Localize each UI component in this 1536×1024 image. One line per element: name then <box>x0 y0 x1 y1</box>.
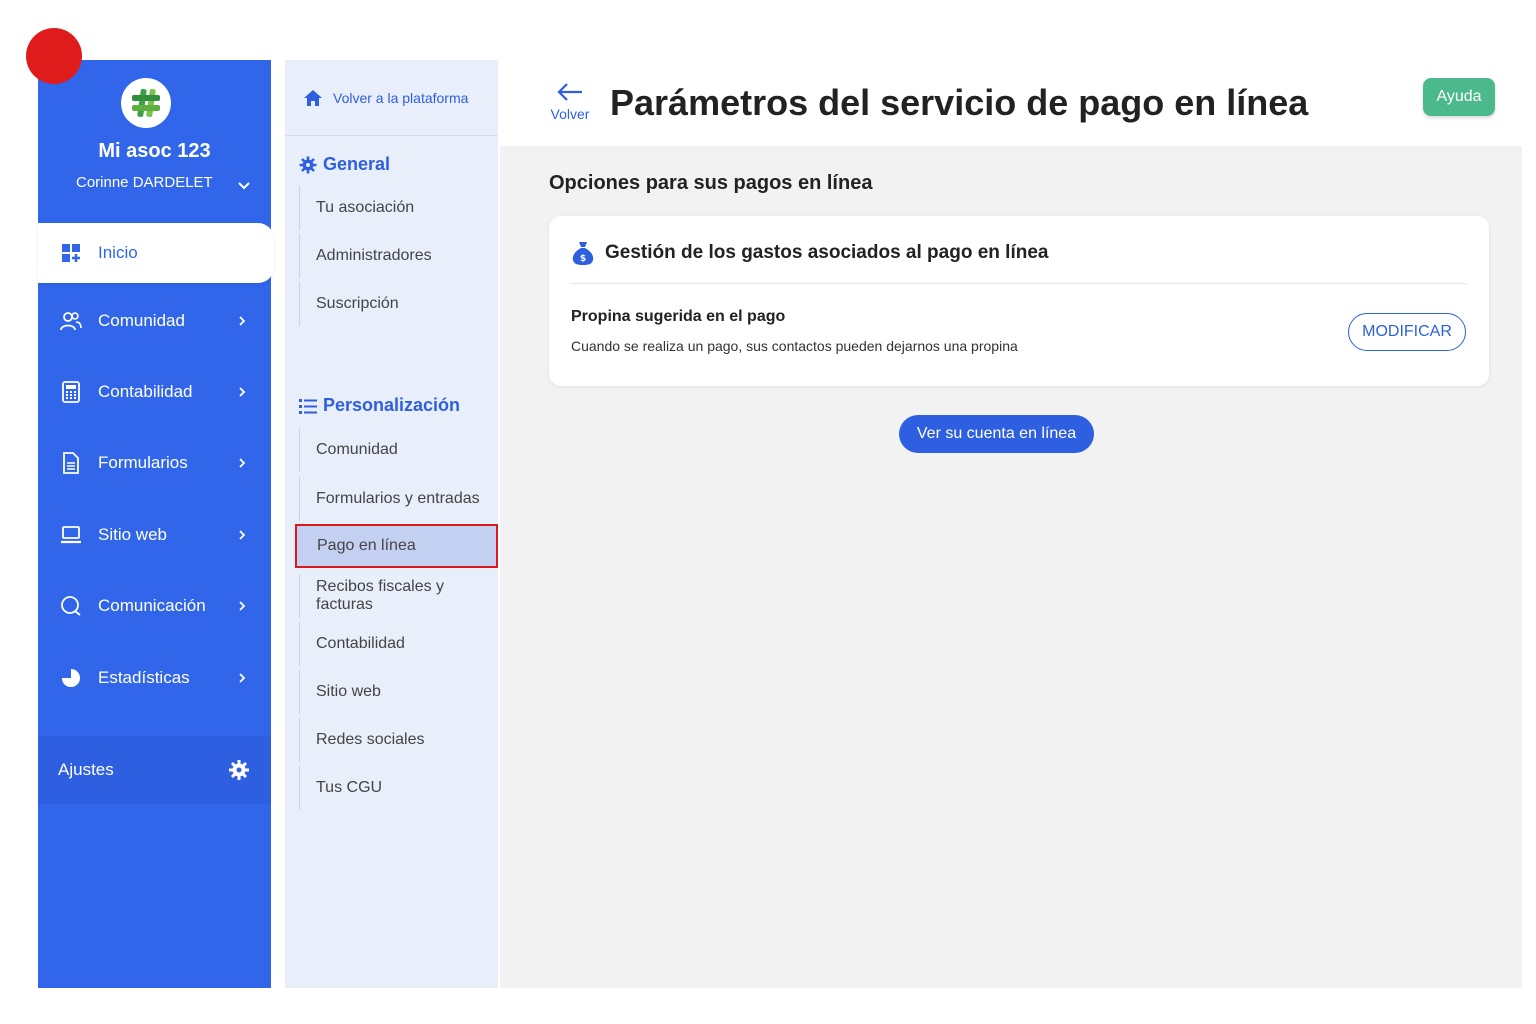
user-name[interactable]: Corinne DARDELET <box>76 174 213 191</box>
sidebar-item-label: Sitio web <box>98 525 167 544</box>
sidebar-item-inicio[interactable]: Inicio <box>38 223 274 283</box>
dashboard-icon <box>62 244 80 262</box>
sidebar-settings[interactable]: Ajustes <box>38 736 271 804</box>
arrow-left-icon <box>557 83 582 101</box>
money-bag-icon: $ <box>572 242 594 265</box>
section-general-title: General <box>323 154 391 174</box>
chat-icon <box>61 596 81 616</box>
org-logo[interactable] <box>121 78 171 128</box>
subnav-item-tus-cgu[interactable]: Tus CGU <box>299 766 494 810</box>
chevron-right-icon <box>239 458 246 468</box>
subnav-item-pago-en-linea[interactable]: Pago en línea <box>295 524 498 568</box>
sidebar-item-comunicacion[interactable]: Comunicación <box>38 576 271 636</box>
subnav-item-administradores[interactable]: Administradores <box>299 234 494 278</box>
tip-title: Propina sugerida en el pago <box>571 308 786 325</box>
sidebar-item-contabilidad[interactable]: Contabilidad <box>38 362 271 422</box>
modify-button[interactable]: MODIFICAR <box>1348 313 1466 351</box>
subnav-item-redes-sociales[interactable]: Redes sociales <box>299 718 494 762</box>
sidebar-item-label: Formularios <box>98 453 188 472</box>
back-to-platform-label: Volver a la plataforma <box>333 89 469 106</box>
main-sidebar: Mi asoc 123 Corinne DARDELET Inicio Comu… <box>38 60 274 988</box>
sidebar-item-label: Contabilidad <box>98 382 193 401</box>
chevron-right-icon <box>239 387 246 397</box>
sidebar-item-estadisticas[interactable]: Estadísticas <box>38 648 271 708</box>
subnav-item-sitio-web[interactable]: Sitio web <box>299 670 494 714</box>
section-personalizacion-title: Personalización <box>323 395 461 415</box>
sidebar-item-label: Inicio <box>98 243 138 262</box>
chevron-right-icon <box>239 673 246 683</box>
document-icon <box>63 452 79 474</box>
chevron-right-icon <box>239 316 246 326</box>
fees-card: $ Gestión de los gastos asociados al pag… <box>549 216 1489 386</box>
subnav-item-contabilidad[interactable]: Contabilidad <box>299 622 494 666</box>
subnav-item-recibos-fiscales[interactable]: Recibos fiscales y facturas <box>299 574 494 618</box>
page-title: Parámetros del servicio de pago en línea <box>610 82 1309 123</box>
list-icon <box>299 398 317 414</box>
home-icon <box>304 89 322 106</box>
chevron-right-icon <box>239 601 246 611</box>
calculator-icon <box>62 381 80 403</box>
sidebar-item-comunidad[interactable]: Comunidad <box>38 291 271 351</box>
users-icon <box>60 312 82 331</box>
hashtag-logo-icon <box>132 88 160 118</box>
gear-icon <box>229 760 249 780</box>
view-online-account-button[interactable]: Ver su cuenta en línea <box>899 415 1094 453</box>
back-button[interactable]: Volver <box>548 80 592 122</box>
laptop-icon <box>61 526 81 544</box>
sidebar-item-label: Comunidad <box>98 311 185 330</box>
card-title: Gestión de los gastos asociados al pago … <box>605 242 1049 263</box>
subnav-item-comunidad[interactable]: Comunidad <box>299 428 494 472</box>
help-button[interactable]: Ayuda <box>1423 78 1495 116</box>
section-title: Opciones para sus pagos en línea <box>549 172 873 194</box>
card-header: $ Gestión de los gastos asociados al pag… <box>571 240 1048 266</box>
chevron-right-icon <box>239 530 246 540</box>
sidebar-item-formularios[interactable]: Formularios <box>38 433 271 493</box>
section-general: General <box>299 154 390 175</box>
settings-subnav: Volver a la plataforma General Tu asocia… <box>285 60 498 988</box>
recording-indicator <box>26 28 82 84</box>
subnav-item-suscripcion[interactable]: Suscripción <box>299 282 494 326</box>
org-name: Mi asoc 123 <box>98 140 211 162</box>
svg-text:$: $ <box>580 254 586 264</box>
subnav-item-tu-asociacion[interactable]: Tu asociación <box>299 186 494 230</box>
section-personalizacion: Personalización <box>299 395 460 416</box>
back-to-platform-link[interactable]: Volver a la plataforma <box>285 60 498 136</box>
divider <box>571 283 1467 284</box>
tip-description: Cuando se realiza un pago, sus contactos… <box>571 338 1018 354</box>
back-label: Volver <box>550 106 590 122</box>
chevron-down-icon[interactable] <box>236 178 252 194</box>
subnav-item-formularios-entradas[interactable]: Formularios y entradas <box>299 477 494 521</box>
sidebar-item-label: Estadísticas <box>98 668 190 687</box>
settings-label: Ajustes <box>58 760 114 779</box>
pie-chart-icon <box>62 669 80 687</box>
sidebar-item-label: Comunicación <box>98 596 206 615</box>
sidebar-item-sitio-web[interactable]: Sitio web <box>38 505 271 565</box>
main-content: Opciones para sus pagos en línea $ Gesti… <box>500 146 1522 988</box>
gear-icon <box>299 156 317 173</box>
page-header: Volver Parámetros del servicio de pago e… <box>500 60 1522 146</box>
